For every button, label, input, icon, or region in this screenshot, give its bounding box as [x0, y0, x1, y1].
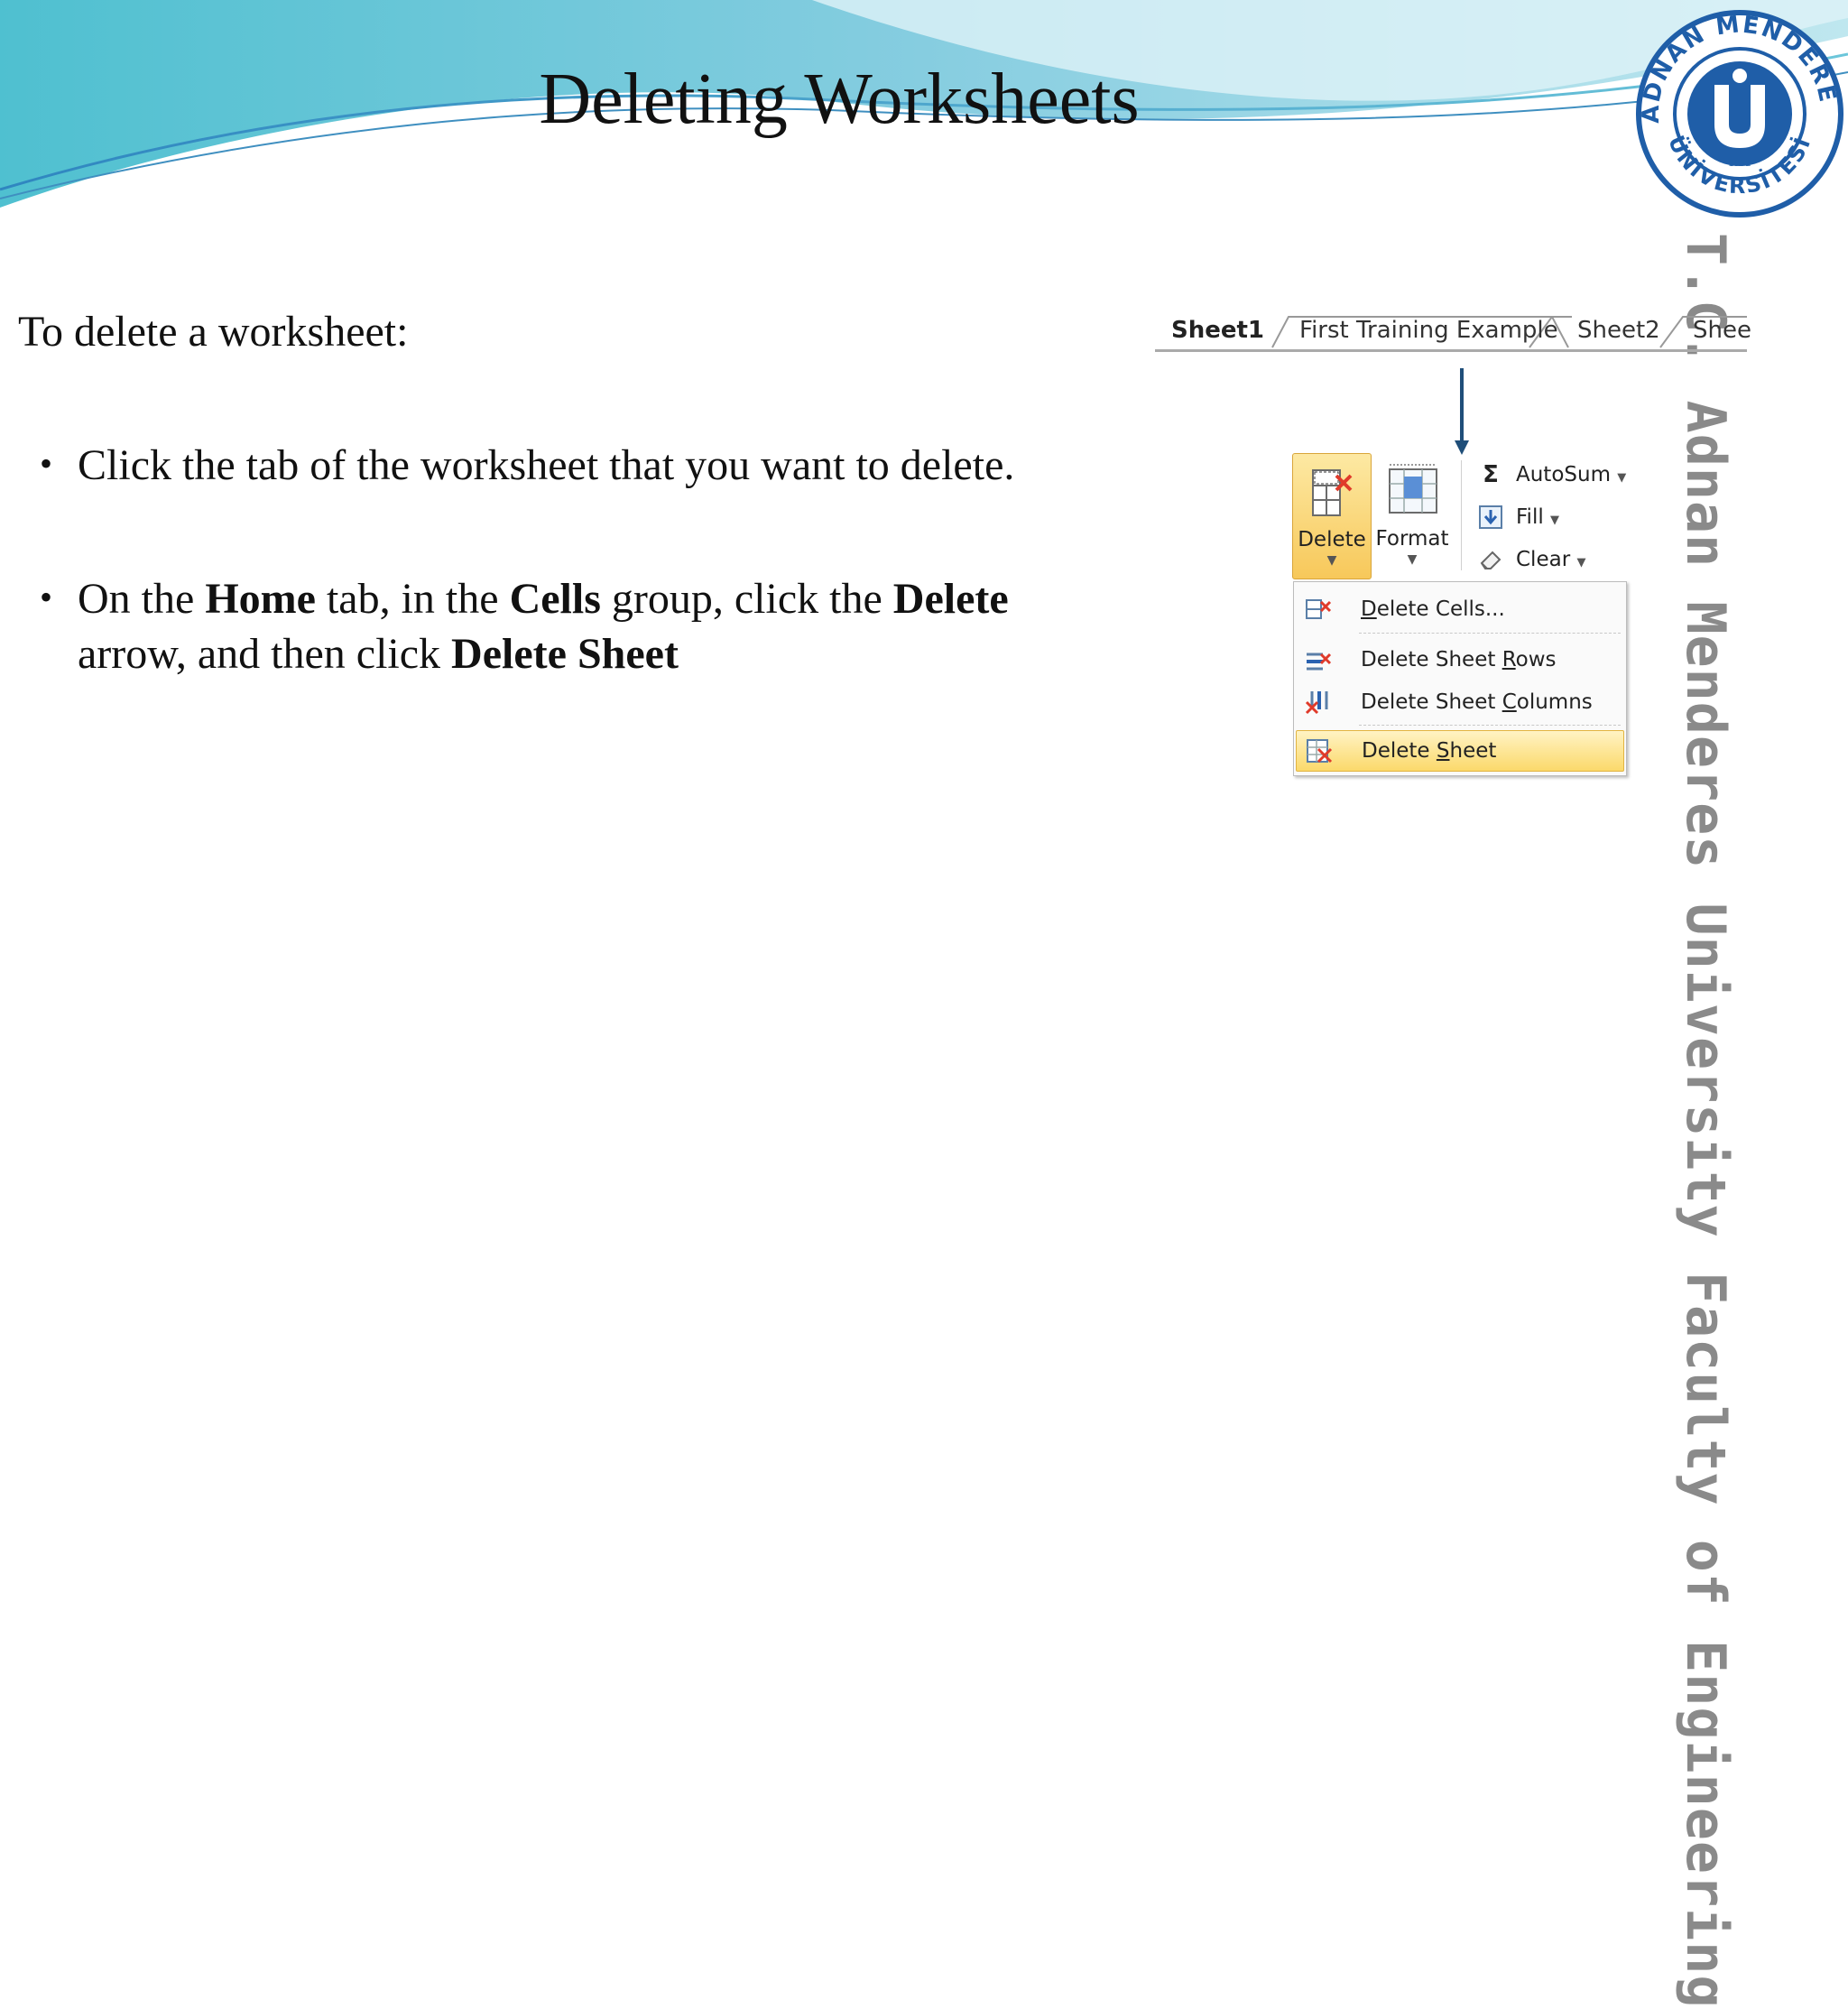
- chevron-down-icon: ▼: [1576, 556, 1586, 569]
- delete-columns-icon: [1305, 691, 1328, 715]
- tab-sheet3-partial[interactable]: Shee: [1693, 313, 1751, 347]
- svg-text:1992: 1992: [1728, 159, 1751, 169]
- delete-dropdown-menu: Delete Cells... Delete Sheet Rows Delete…: [1293, 581, 1627, 776]
- chevron-down-icon: ▼: [1617, 471, 1627, 485]
- ribbon-cells-group: Delete ▼ Format ▼ Σ AutoSum ▼ Fill ▼ Cle…: [1289, 451, 1631, 579]
- side-institution-text: T.C. Adnan Menderes University Faculty o…: [1674, 233, 1737, 2009]
- down-arrow-icon: [1455, 368, 1469, 455]
- bullet-text: Click the tab of the worksheet that you …: [78, 441, 1015, 489]
- menu-divider: [1359, 633, 1621, 634]
- fill-down-icon: [1479, 505, 1502, 529]
- bullet-dot: •: [40, 443, 53, 484]
- chevron-down-icon: ▼: [1407, 552, 1418, 567]
- delete-sheet-icon: [1307, 739, 1333, 764]
- format-cells-icon: [1389, 464, 1437, 514]
- delete-button-label: Delete: [1298, 528, 1366, 551]
- tab-sheet1[interactable]: Sheet1: [1171, 313, 1264, 347]
- delete-button[interactable]: Delete ▼: [1292, 453, 1372, 579]
- eraser-icon: [1480, 551, 1502, 569]
- bullet-text: On the Home tab, in the Cells group, cli…: [78, 575, 1009, 678]
- delete-cells-icon: [1312, 469, 1353, 516]
- menu-item-delete-sheet-rows[interactable]: Delete Sheet Rows: [1296, 640, 1622, 680]
- fill-label: Fill: [1516, 505, 1544, 529]
- sigma-icon: Σ: [1483, 461, 1499, 488]
- intro-text: To delete a worksheet:: [18, 308, 409, 356]
- chevron-down-icon: ▼: [1326, 553, 1337, 568]
- slide-title: Deleting Worksheets: [539, 60, 1140, 139]
- delete-rows-icon: [1307, 653, 1332, 671]
- clear-label: Clear: [1516, 548, 1571, 571]
- menu-item-delete-sheet-columns[interactable]: Delete Sheet Columns: [1296, 682, 1622, 722]
- bullet-dot: •: [40, 577, 53, 617]
- autosum-label: AutoSum: [1516, 463, 1611, 486]
- delete-cells-icon: [1306, 599, 1332, 619]
- tab-first-training-example[interactable]: First Training Example: [1299, 313, 1558, 347]
- university-logo: 1992 ADNAN MENDERES ÜNİVERSİTESİ: [1631, 5, 1843, 218]
- group-divider: [1461, 460, 1462, 570]
- chevron-down-icon: ▼: [1550, 514, 1560, 527]
- menu-divider: [1359, 725, 1621, 726]
- menu-item-delete-sheet[interactable]: Delete Sheet: [1296, 730, 1624, 772]
- format-button[interactable]: Format ▼: [1373, 453, 1451, 578]
- menu-item-delete-cells[interactable]: Delete Cells...: [1296, 589, 1622, 629]
- sheet-tabs-bar: Sheet1 First Training Example Sheet2 She…: [1155, 311, 1751, 352]
- tab-sheet2[interactable]: Sheet2: [1577, 313, 1660, 347]
- format-button-label: Format: [1375, 527, 1449, 551]
